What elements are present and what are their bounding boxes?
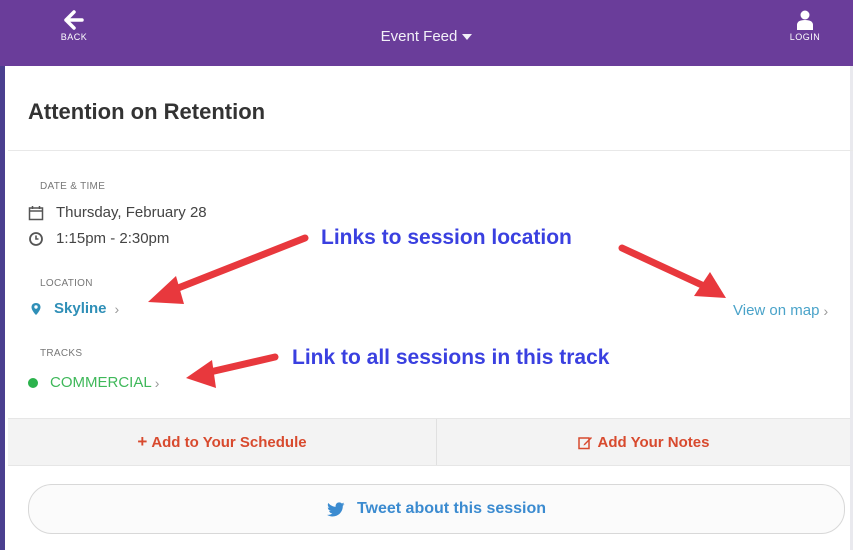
edit-icon: [577, 436, 592, 449]
twitter-icon: [326, 501, 345, 516]
arrow-to-location: [148, 234, 309, 304]
add-notes-button[interactable]: Add Your Notes: [437, 419, 850, 465]
add-schedule-label: Add to Your Schedule: [151, 433, 307, 451]
tweet-label: Tweet about this session: [356, 500, 547, 517]
app-frame: BACK Event Feed LOGIN Attention on Reten…: [0, 0, 853, 550]
annotation-arrows: [148, 234, 726, 388]
arrow-to-view-map: [618, 244, 726, 298]
add-notes-label: Add Your Notes: [597, 433, 710, 451]
add-to-schedule-button[interactable]: + Add to Your Schedule: [8, 419, 436, 465]
action-bar: + Add to Your Schedule Add Your Notes: [8, 418, 850, 466]
arrow-to-track: [186, 353, 279, 388]
tweet-button[interactable]: Tweet about this session: [28, 484, 845, 534]
plus-icon: +: [137, 432, 148, 451]
